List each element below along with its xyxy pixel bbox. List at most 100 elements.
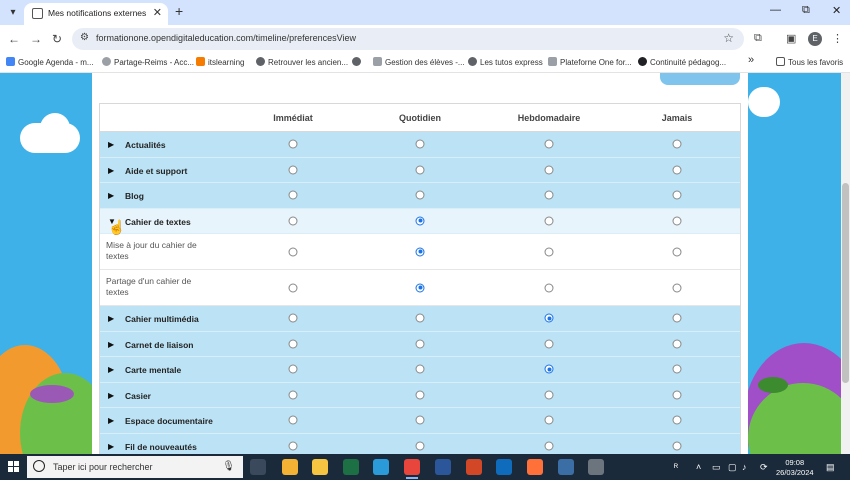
radio-hebdomadaire[interactable] bbox=[544, 165, 554, 175]
radio-hebdomadaire[interactable] bbox=[544, 441, 554, 451]
word-icon[interactable] bbox=[435, 459, 451, 475]
app-label[interactable]: Fil de nouveautés bbox=[125, 442, 197, 452]
radio-jamais[interactable] bbox=[672, 313, 682, 323]
file-explorer-icon[interactable] bbox=[312, 459, 328, 475]
radio-jamais[interactable] bbox=[672, 364, 682, 374]
address-bar[interactable]: ⚙ formationone.opendigitaleducation.com/… bbox=[72, 28, 744, 50]
radio-hebdomadaire[interactable] bbox=[544, 247, 554, 256]
radio-jamais[interactable] bbox=[672, 339, 682, 349]
radio-quotidien[interactable] bbox=[415, 216, 425, 226]
radio-hebdomadaire[interactable] bbox=[544, 283, 554, 292]
bookmark-partage-reims[interactable]: Partage-Reims - Acc... bbox=[102, 57, 194, 67]
app-label[interactable]: Blog bbox=[125, 191, 144, 201]
radio-jamais[interactable] bbox=[672, 247, 682, 256]
radio-quotidien[interactable] bbox=[415, 364, 425, 374]
store-icon[interactable] bbox=[282, 459, 298, 475]
tab-search-icon[interactable]: ▾ bbox=[6, 6, 20, 20]
microphone-icon[interactable]: 🎙 bbox=[222, 461, 235, 472]
radio-jamais[interactable] bbox=[672, 165, 682, 175]
radio-immédiat[interactable] bbox=[288, 190, 298, 200]
url-text[interactable]: formationone.opendigitaleducation.com/ti… bbox=[96, 33, 356, 43]
tab-close-icon[interactable]: ✕ bbox=[153, 6, 162, 19]
radio-quotidien[interactable] bbox=[415, 415, 425, 425]
taskbar-search-box[interactable]: Taper ici pour rechercher 🎙 bbox=[27, 456, 243, 478]
radio-quotidien[interactable] bbox=[415, 190, 425, 200]
radio-immédiat[interactable] bbox=[288, 283, 298, 292]
bookmark-tutos-express[interactable]: Les tutos express bbox=[468, 57, 543, 67]
radio-hebdomadaire[interactable] bbox=[544, 313, 554, 323]
bookmark-continuite[interactable]: Continuité pédagog... bbox=[638, 57, 726, 67]
radio-quotidien[interactable] bbox=[415, 247, 425, 256]
radio-quotidien[interactable] bbox=[415, 441, 425, 451]
collapsed-triangle-icon[interactable]: ▶ bbox=[108, 340, 114, 349]
radio-quotidien[interactable] bbox=[415, 165, 425, 175]
radio-immédiat[interactable] bbox=[288, 390, 298, 400]
forward-icon[interactable]: → bbox=[30, 32, 42, 46]
radio-quotidien[interactable] bbox=[415, 390, 425, 400]
radio-immédiat[interactable] bbox=[288, 313, 298, 323]
app-label[interactable]: Cahier de textes bbox=[125, 217, 191, 227]
radio-hebdomadaire[interactable] bbox=[544, 390, 554, 400]
radio-hebdomadaire[interactable] bbox=[544, 415, 554, 425]
collapsed-triangle-icon[interactable]: ▶ bbox=[108, 442, 114, 451]
network-icon[interactable]: ▭ bbox=[712, 462, 721, 473]
volume-icon[interactable]: ♪ bbox=[742, 462, 747, 472]
scrollbar-thumb[interactable] bbox=[842, 183, 849, 383]
side-panel-icon[interactable]: ▣ bbox=[786, 32, 796, 45]
radio-immédiat[interactable] bbox=[288, 339, 298, 349]
save-button[interactable] bbox=[660, 73, 740, 85]
collapsed-triangle-icon[interactable]: ▶ bbox=[108, 191, 114, 200]
edge-icon[interactable] bbox=[373, 459, 389, 475]
browser-tab[interactable]: Mes notifications externes ✕ bbox=[24, 3, 168, 25]
app-label[interactable]: Carte mentale bbox=[125, 365, 181, 375]
menu-icon[interactable]: ⋮ bbox=[832, 32, 843, 45]
radio-jamais[interactable] bbox=[672, 415, 682, 425]
bookmarks-overflow-icon[interactable]: » bbox=[748, 54, 754, 66]
collapsed-triangle-icon[interactable]: ▶ bbox=[108, 140, 114, 149]
close-window-button[interactable]: ✕ bbox=[832, 4, 841, 17]
task-view-icon[interactable] bbox=[250, 459, 266, 475]
site-info-icon[interactable]: ⚙ bbox=[80, 32, 89, 43]
radio-hebdomadaire[interactable] bbox=[544, 216, 554, 226]
radio-immédiat[interactable] bbox=[288, 415, 298, 425]
radio-immédiat[interactable] bbox=[288, 139, 298, 149]
radio-jamais[interactable] bbox=[672, 139, 682, 149]
app-blue-icon[interactable] bbox=[558, 459, 574, 475]
radio-quotidien[interactable] bbox=[415, 139, 425, 149]
radio-quotidien[interactable] bbox=[415, 283, 425, 292]
radio-immédiat[interactable] bbox=[288, 165, 298, 175]
bookmark-retrouver[interactable]: Retrouver les ancien... bbox=[256, 57, 348, 67]
radio-jamais[interactable] bbox=[672, 190, 682, 200]
notification-center-icon[interactable]: ▤ bbox=[826, 462, 835, 473]
profile-avatar[interactable]: E bbox=[808, 32, 822, 46]
extensions-icon[interactable]: ⧉ bbox=[754, 32, 762, 45]
radio-immédiat[interactable] bbox=[288, 441, 298, 451]
powerpoint-icon[interactable] bbox=[466, 459, 482, 475]
monitor-icon[interactable]: ▢ bbox=[728, 462, 737, 473]
excel-icon[interactable] bbox=[343, 459, 359, 475]
radio-jamais[interactable] bbox=[672, 216, 682, 226]
minimize-button[interactable]: — bbox=[770, 4, 781, 16]
app-label[interactable]: Cahier multimédia bbox=[125, 314, 199, 324]
bookmark-plateforme-one[interactable]: Plateforne One for... bbox=[548, 57, 632, 67]
bookmark-gestion-eleves[interactable]: Gestion des élèves -... bbox=[373, 57, 465, 67]
radio-immédiat[interactable] bbox=[288, 216, 298, 226]
taskbar-clock[interactable]: 09:08 26/03/2024 bbox=[776, 458, 814, 478]
mail-icon[interactable] bbox=[496, 459, 512, 475]
app-label[interactable]: Espace documentaire bbox=[125, 416, 213, 426]
radio-hebdomadaire[interactable] bbox=[544, 190, 554, 200]
collapsed-triangle-icon[interactable]: ▶ bbox=[108, 391, 114, 400]
radio-immédiat[interactable] bbox=[288, 247, 298, 256]
radio-quotidien[interactable] bbox=[415, 313, 425, 323]
radio-immédiat[interactable] bbox=[288, 364, 298, 374]
app-label[interactable]: Carnet de liaison bbox=[125, 340, 194, 350]
new-tab-button[interactable]: + bbox=[175, 3, 183, 19]
app-label[interactable]: Actualités bbox=[125, 140, 166, 150]
chevron-up-icon[interactable]: ˄ bbox=[696, 462, 701, 472]
firefox-icon[interactable] bbox=[527, 459, 543, 475]
app-clock-icon[interactable] bbox=[588, 459, 604, 475]
radio-quotidien[interactable] bbox=[415, 339, 425, 349]
radio-hebdomadaire[interactable] bbox=[544, 339, 554, 349]
bookmark-itslearning[interactable]: itslearning bbox=[196, 57, 244, 67]
bookmark-star-icon[interactable]: ☆ bbox=[723, 31, 734, 45]
